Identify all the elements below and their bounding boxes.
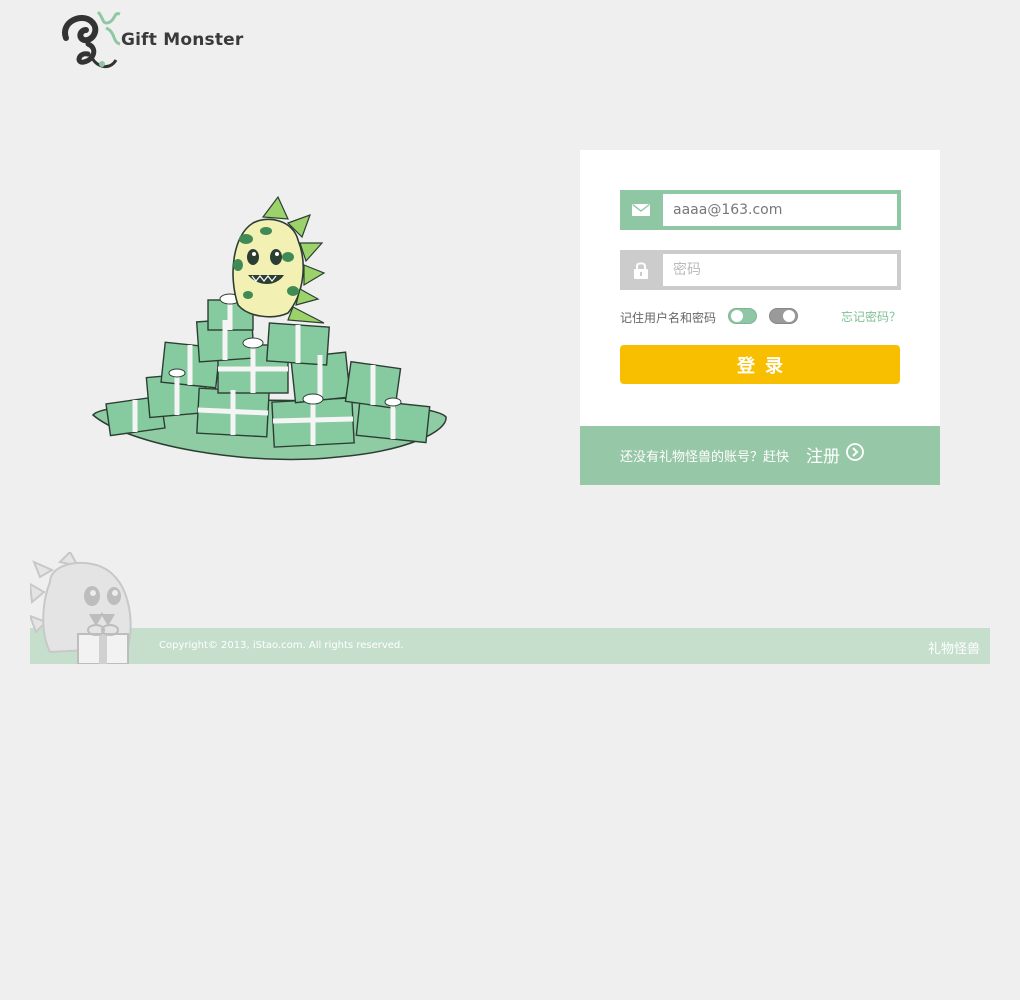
toggle-knob [783,310,795,322]
monster-gifts-illustration [88,195,453,475]
forgot-password-link[interactable]: 忘记密码？ [841,308,901,325]
envelope-icon [620,190,662,230]
monster-logo-icon [62,10,121,68]
chevron-right-circle-icon [846,443,864,466]
login-button[interactable]: 登录 [620,345,900,384]
lock-icon [620,250,662,290]
footer-mascot-icon [28,550,135,665]
site-logo[interactable]: Gift Monster [58,8,248,72]
register-link[interactable]: 注册 [806,442,864,467]
register-link-label: 注册 [806,447,840,467]
password-field [620,250,901,290]
register-bar: 还没有礼物怪兽的账号？赶快 注册 [580,426,940,485]
footer-bar: Copyright© 2013, iStao.com. All rights r… [30,628,990,664]
email-input[interactable] [663,194,897,226]
remember-toggle-secondary[interactable] [769,308,798,324]
login-panel: 记住用户名和密码 忘记密码？ 登录 [580,150,940,426]
logo-text: Gift Monster [121,30,244,50]
email-field [620,190,901,230]
password-input[interactable] [663,254,897,286]
toggle-knob [731,310,743,322]
copyright-text: Copyright© 2013, iStao.com. All rights r… [159,640,404,651]
footer-brand: 礼物怪兽 [927,642,980,657]
register-prompt: 还没有礼物怪兽的账号？赶快 [620,450,790,465]
remember-label: 记住用户名和密码 [620,311,717,325]
remember-toggle[interactable] [728,308,757,324]
